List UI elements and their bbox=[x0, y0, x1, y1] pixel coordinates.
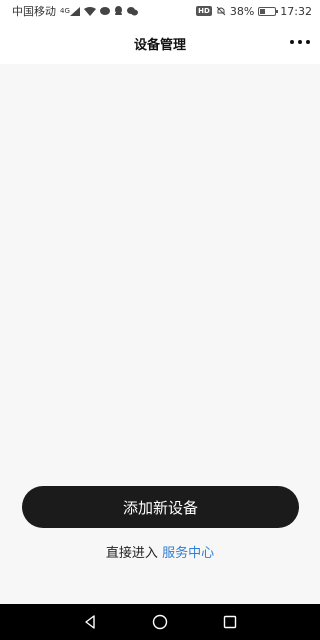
recents-icon[interactable] bbox=[218, 610, 242, 634]
signal-icon: 4G bbox=[60, 6, 80, 16]
chat-icon bbox=[99, 6, 110, 16]
service-center-link[interactable]: 服务中心 bbox=[162, 546, 214, 561]
wechat-icon bbox=[126, 6, 138, 16]
service-prefix: 直接进入 bbox=[105, 546, 158, 561]
mute-icon bbox=[216, 6, 226, 16]
back-icon[interactable] bbox=[78, 610, 102, 634]
battery-percent: 38% bbox=[229, 4, 255, 18]
status-bar: 中国移动 4G HD 38% 17:32 bbox=[0, 0, 320, 22]
battery-icon bbox=[258, 6, 279, 16]
qq-icon bbox=[114, 6, 123, 16]
add-device-button[interactable]: 添加新设备 bbox=[22, 486, 299, 528]
network-type: 4G bbox=[60, 7, 70, 15]
more-dot bbox=[290, 40, 294, 44]
home-icon[interactable] bbox=[148, 610, 172, 634]
carrier-name: 中国移动 bbox=[12, 5, 56, 18]
status-left: 中国移动 4G bbox=[12, 3, 138, 19]
more-icon[interactable] bbox=[290, 34, 310, 50]
page-title: 设备管理 bbox=[133, 38, 186, 53]
status-right: HD 38% 17:32 bbox=[196, 5, 312, 18]
battery-level bbox=[260, 8, 266, 14]
more-dot bbox=[306, 40, 310, 44]
wifi-icon bbox=[83, 6, 96, 16]
hd-icon: HD bbox=[196, 6, 212, 16]
clock: 17:32 bbox=[280, 4, 312, 18]
main-content: 添加新设备 直接进入 服务中心 bbox=[0, 64, 320, 604]
more-dot bbox=[298, 40, 302, 44]
app-header: 设备管理 bbox=[0, 22, 320, 64]
system-nav-bar bbox=[0, 604, 320, 640]
service-center-line: 直接进入 服务中心 bbox=[0, 542, 320, 561]
